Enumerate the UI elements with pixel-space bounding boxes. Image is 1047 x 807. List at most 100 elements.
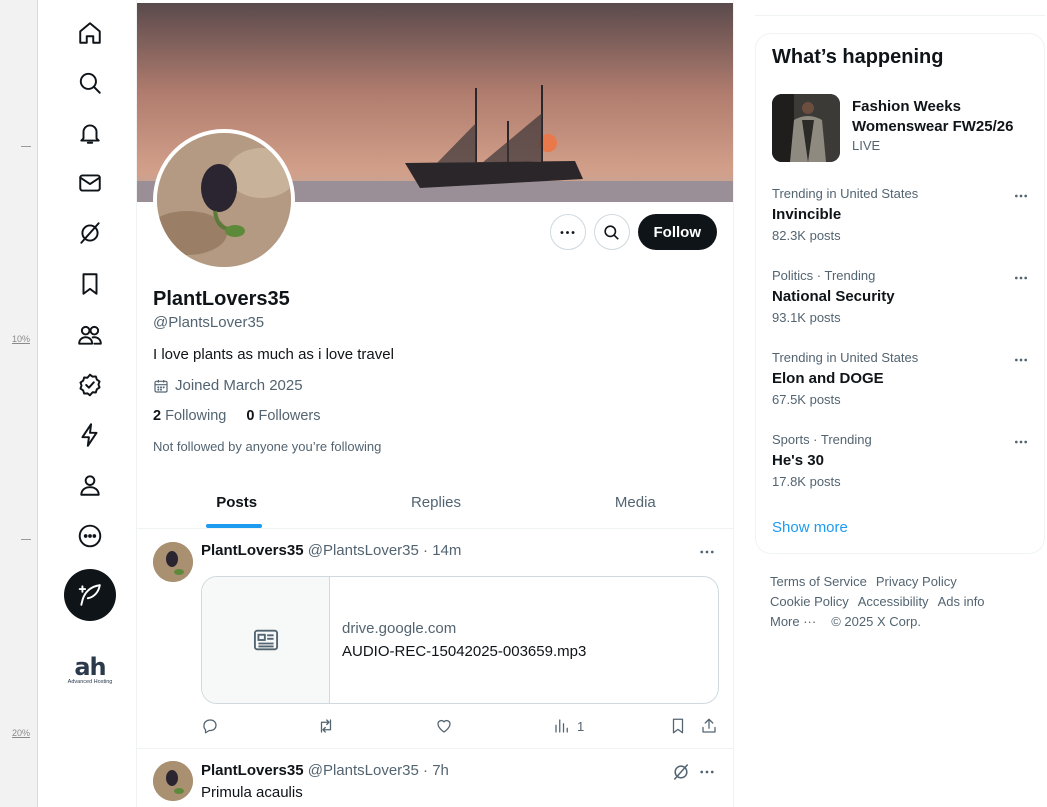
views-count: 1 [577,718,585,734]
sidebar-footer: Terms of Service Privacy Policy Cookie Po… [770,572,1040,632]
trend-more-button[interactable] [1010,352,1032,368]
trend-name: Elon and DOGE [772,370,884,387]
like-button[interactable] [435,717,453,735]
event-thumbnail [772,94,840,162]
trend-context: Trending in United States [772,186,919,201]
panel-title: What’s happening [772,46,944,68]
trend-count: 82.3K posts [772,228,841,243]
profile-main-column: Follow PlantLovers35 @PlantsLover35 I lo… [136,0,734,807]
more-options-button[interactable] [549,214,586,250]
profile-avatar[interactable] [153,129,295,271]
tweet-author-handle[interactable]: @PlantsLover35 [308,762,419,779]
compose-icon [78,584,101,606]
tweet-avatar[interactable] [153,542,193,582]
ruler-mark-10: 10% [12,334,31,344]
trend-item[interactable]: Trending in United States Elon and DOGE … [772,350,1032,420]
footer-link-more[interactable]: More ··· [770,614,816,629]
tweet[interactable]: PlantLovers35 @PlantsLover35 · 7h Primul… [137,750,733,807]
event-item[interactable]: Fashion Weeks Womenswear FW25/26 LIVE [772,94,1032,164]
article-icon [253,629,278,651]
ellipsis-icon [1015,194,1027,198]
footer-link-privacy[interactable]: Privacy Policy [876,574,957,589]
nav-home[interactable] [75,18,105,48]
trend-more-button[interactable] [1010,188,1032,204]
views-icon [555,719,568,733]
tweet-more-button[interactable] [695,542,719,562]
tab-media[interactable]: Media [536,476,733,528]
page-ruler: 10% 20% [0,0,38,807]
nav-premium[interactable] [75,420,105,450]
ruler-tick [21,539,31,540]
profile-bio: I love plants as much as i love travel [153,346,394,363]
profile-handle: @PlantsLover35 [153,314,265,331]
search-divider [755,15,1045,16]
tweet-time[interactable]: 14m [432,542,461,559]
communities-icon [78,325,102,345]
trend-count: 67.5K posts [772,392,841,407]
bookmark-button[interactable] [669,717,687,735]
share-button[interactable] [700,717,718,735]
trend-count: 93.1K posts [772,310,841,325]
trend-context: Sports · Trending [772,432,872,447]
nav-more[interactable] [75,521,105,551]
tweet-author-name[interactable]: PlantLovers35 [201,542,304,559]
trend-item[interactable]: Trending in United States Invincible 82.… [772,186,1032,256]
repost-icon [320,719,332,733]
tab-posts[interactable]: Posts [137,476,336,528]
tweet-separator: · [423,762,429,779]
ellipsis-icon [1015,440,1027,444]
tweet-author-handle[interactable]: @PlantsLover35 [308,542,419,559]
followers-count: 0 [246,408,255,424]
grok-tweet-button[interactable] [671,762,691,782]
tweet-author-name[interactable]: PlantLovers35 [201,762,304,779]
nav-profile[interactable] [75,470,105,500]
advanced-hosting-logo[interactable]: ah Advanced Hosting [67,655,113,685]
grok-icon [80,222,100,244]
trend-item[interactable]: Sports · Trending He's 30 17.8K posts [772,432,1032,502]
verified-icon [79,373,101,397]
ellipsis-icon [700,550,714,554]
followers-link[interactable]: 0 Followers [246,408,320,424]
search-icon [79,72,101,94]
event-image [772,94,840,162]
ruler-mark-20: 20% [12,728,31,738]
trend-more-button[interactable] [1010,434,1032,450]
card-title: AUDIO-REC-15042025-003659.mp3 [342,643,587,660]
reply-button[interactable] [201,717,219,735]
tab-replies[interactable]: Replies [336,476,535,528]
event-status: LIVE [852,138,881,153]
search-profile-button[interactable] [593,214,630,250]
repost-button[interactable] [317,717,335,735]
nav-explore[interactable] [75,68,105,98]
joined-date: Joined March 2025 [175,377,303,394]
footer-link-terms[interactable]: Terms of Service [770,574,867,589]
footer-link-cookies[interactable]: Cookie Policy [770,594,849,609]
show-more-link[interactable]: Show more [772,519,848,536]
trend-item[interactable]: Politics · Trending National Security 93… [772,268,1032,338]
compose-post-button[interactable] [64,569,116,621]
card-domain: drive.google.com [342,620,457,637]
nav-verified[interactable] [75,370,105,400]
views-button[interactable]: 1 [553,717,584,735]
link-card[interactable]: drive.google.com AUDIO-REC-15042025-0036… [201,576,719,704]
nav-grok[interactable] [75,218,105,248]
footer-link-accessibility[interactable]: Accessibility [858,594,929,609]
tweet[interactable]: PlantLovers35 @PlantsLover35 · 14m drive… [137,530,733,749]
nav-messages[interactable] [75,168,105,198]
ruler-tick [21,146,31,147]
nav-bookmarks[interactable] [75,269,105,299]
tweet-avatar[interactable] [153,761,193,801]
tweet-time[interactable]: 7h [432,762,449,779]
brand-subtitle: Advanced Hosting [67,679,113,685]
footer-link-ads[interactable]: Ads info [938,594,985,609]
nav-communities[interactable] [75,320,105,350]
active-tab-indicator [206,524,262,528]
tweet-more-button[interactable] [695,762,719,782]
follow-button[interactable]: Follow [637,214,717,250]
following-link[interactable]: 2 Following [153,408,226,424]
tab-label: Posts [216,493,258,511]
avatar-image [153,542,193,582]
nav-notifications[interactable] [75,118,105,148]
trend-more-button[interactable] [1010,270,1032,286]
lightning-icon [81,423,98,447]
